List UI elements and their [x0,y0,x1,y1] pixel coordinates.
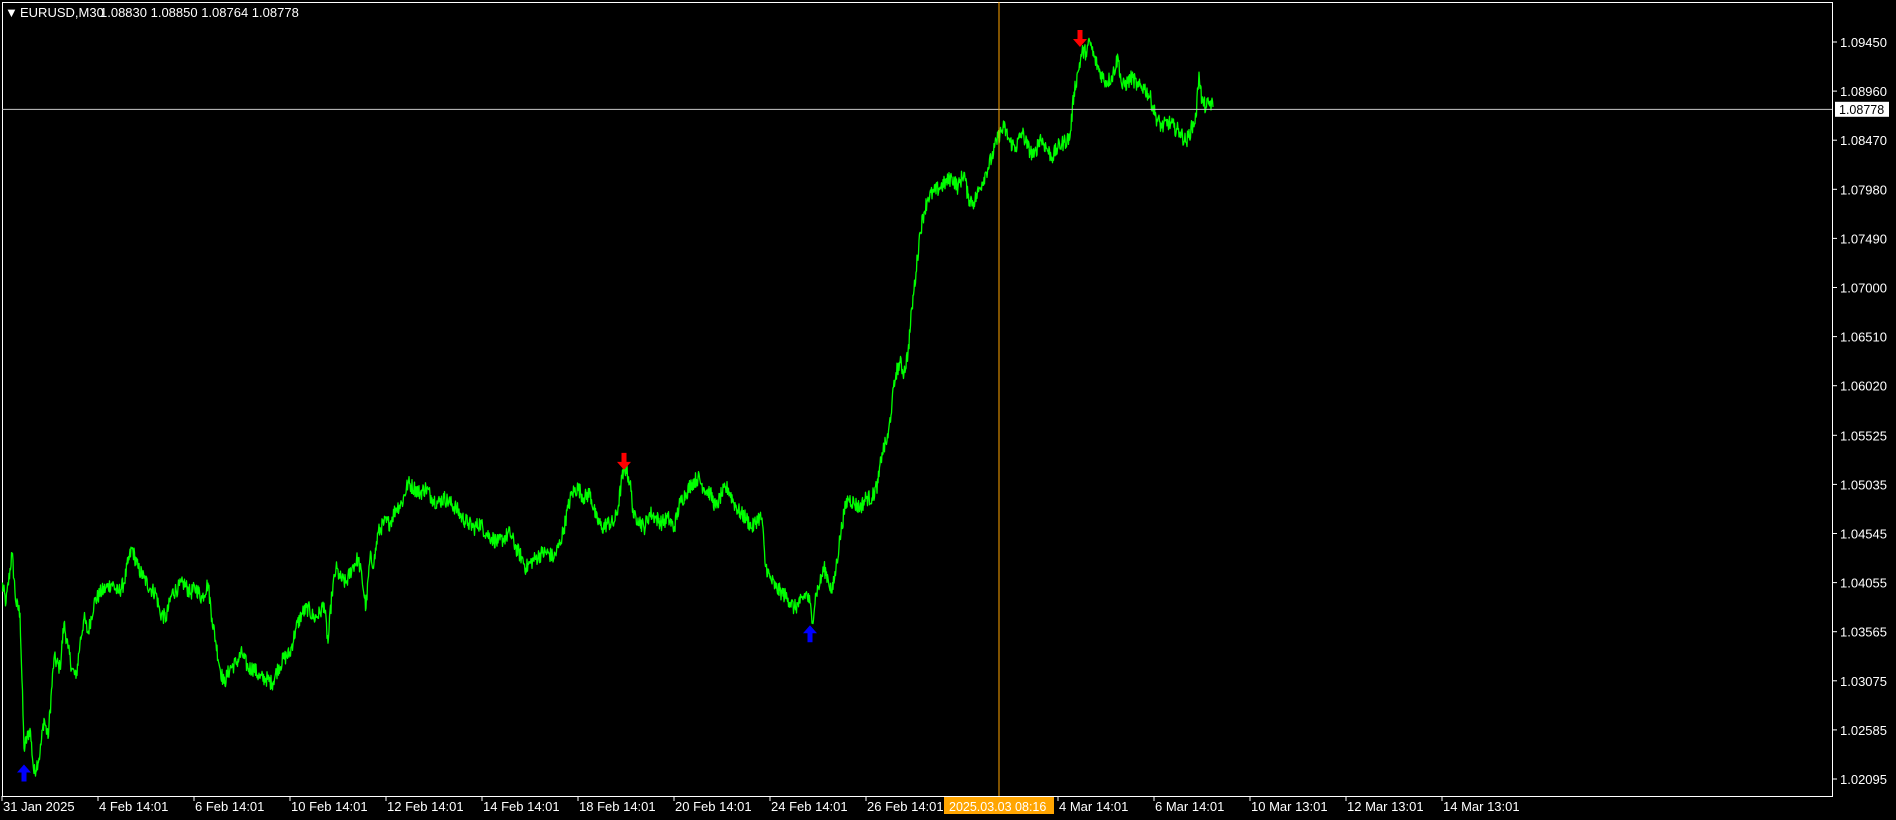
chart-window[interactable]: 1.09450 1.08960 1.08470 1.07980 1.07490 1.070… [0,0,1896,820]
time-axis-label: 26 Feb 14:01 [867,799,944,814]
crosshair-time-label: 2025.03.03 08:16 [949,800,1046,814]
time-axis-label: 6 Mar 14:01 [1155,799,1224,814]
price-axis-label: 1.07980 [1840,182,1887,197]
crosshair-price-label: 1.08778 [1839,103,1884,117]
price-axis-label: 1.08960 [1840,84,1887,99]
price-axis-label: 1.06510 [1840,330,1887,345]
time-axis-label: 10 Feb 14:01 [291,799,368,814]
crosshair-time-tag: 2025.03.03 08:16 [944,797,1054,814]
time-axis-label: 14 Feb 14:01 [483,799,560,814]
price-chart[interactable]: 1.09450 1.08960 1.08470 1.07980 1.07490 1.070… [0,0,1896,820]
time-axis-label: 14 Mar 13:01 [1443,799,1520,814]
price-axis-label: 1.07000 [1840,281,1887,296]
time-axis-label: 12 Feb 14:01 [387,799,464,814]
chart-header: ▼ EURUSD,M30 1.08830 1.08850 1.08764 1.0… [5,5,299,20]
symbol-label: EURUSD,M30 [20,5,104,20]
price-axis[interactable]: 1.09450 1.08960 1.08470 1.07980 1.07490 1.070… [1832,35,1887,787]
time-axis-label: 4 Feb 14:01 [99,799,168,814]
price-axis-label: 1.07490 [1840,231,1887,246]
time-axis[interactable]: 31 Jan 2025 4 Feb 14:01 6 Feb 14:01 10 Feb … [1,796,1520,814]
price-axis-label: 1.06020 [1840,379,1887,394]
price-axis-label: 1.02585 [1840,723,1887,738]
price-axis-label: 1.04055 [1840,576,1887,591]
ohlc-values: 1.08830 1.08850 1.08764 1.08778 [100,5,299,20]
price-axis-label: 1.09450 [1840,35,1887,50]
price-axis-label: 1.02095 [1840,772,1887,787]
time-axis-label: 12 Mar 13:01 [1347,799,1424,814]
price-axis-label: 1.05035 [1840,477,1887,492]
crosshair-price-tag: 1.08778 [1835,101,1889,117]
price-axis-label: 1.08470 [1840,133,1887,148]
time-axis-label: 4 Mar 14:01 [1059,799,1128,814]
time-axis-label: 6 Feb 14:01 [195,799,264,814]
triangle-down-icon[interactable]: ▼ [5,5,18,20]
price-axis-label: 1.03565 [1840,625,1887,640]
time-axis-label: 10 Mar 13:01 [1251,799,1328,814]
time-axis-label: 31 Jan 2025 [3,799,75,814]
time-axis-label: 18 Feb 14:01 [579,799,656,814]
time-axis-label: 24 Feb 14:01 [771,799,848,814]
price-axis-label: 1.04545 [1840,527,1887,542]
time-axis-label: 20 Feb 14:01 [675,799,752,814]
price-axis-label: 1.03075 [1840,674,1887,689]
price-axis-label: 1.05525 [1840,428,1887,443]
